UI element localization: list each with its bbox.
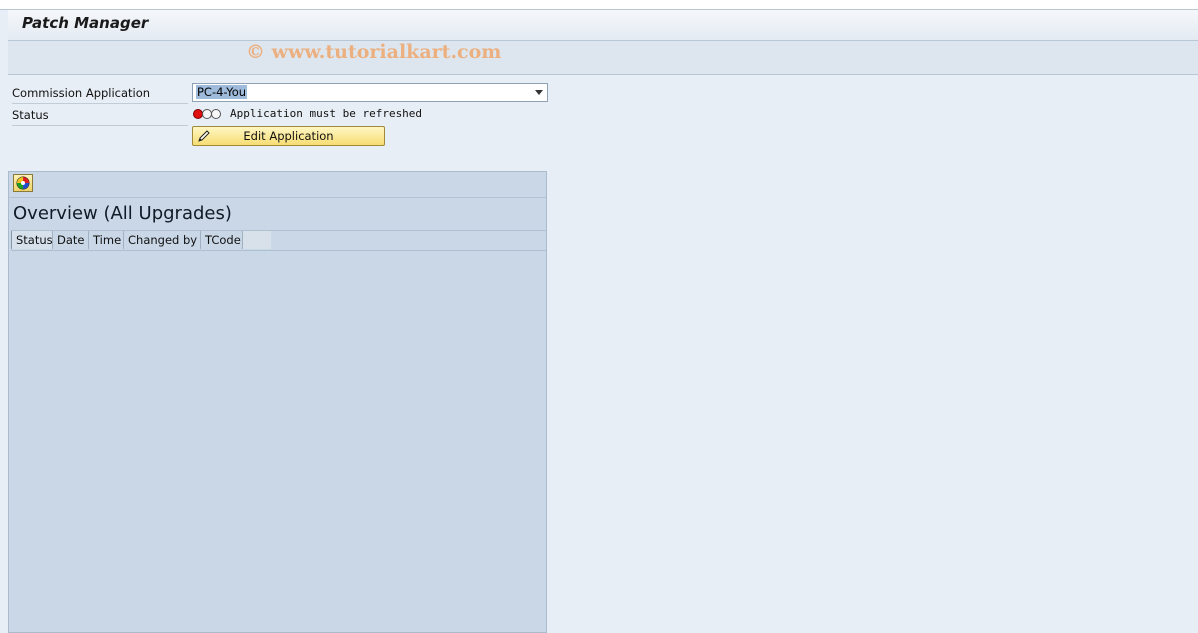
overview-title: Overview (All Upgrades) bbox=[13, 203, 232, 224]
column-time[interactable]: Time bbox=[89, 231, 124, 249]
green-light-icon bbox=[211, 109, 221, 119]
commission-application-value: PC-4-You bbox=[196, 85, 248, 99]
page-title: Patch Manager bbox=[22, 14, 149, 32]
column-status[interactable]: Status bbox=[11, 231, 53, 249]
overview-table-header: Status Date Time Changed by TCode bbox=[11, 230, 546, 251]
application-toolbar: © www.tutorialkart.com bbox=[8, 41, 1198, 75]
edit-application-button[interactable]: Edit Application bbox=[192, 126, 385, 146]
overview-panel: Overview (All Upgrades) Status Date Time… bbox=[8, 171, 547, 633]
commission-application-dropdown[interactable]: PC-4-You bbox=[192, 83, 548, 102]
edit-application-label: Edit Application bbox=[243, 129, 334, 143]
chevron-down-icon[interactable] bbox=[535, 90, 543, 95]
column-tcode[interactable]: TCode bbox=[201, 231, 243, 249]
traffic-light-icon bbox=[193, 109, 223, 120]
patch-manager-window: Patch Manager © www.tutorialkart.com Com… bbox=[0, 9, 1198, 633]
column-filler bbox=[243, 231, 271, 249]
refresh-icon bbox=[16, 176, 30, 190]
column-date[interactable]: Date bbox=[53, 231, 89, 249]
commission-application-label: Commission Application bbox=[12, 83, 188, 104]
watermark: © www.tutorialkart.com bbox=[246, 41, 502, 63]
title-bar: Patch Manager bbox=[8, 10, 1198, 41]
status-label: Status bbox=[12, 105, 188, 126]
refresh-button[interactable] bbox=[13, 174, 33, 192]
column-changed-by[interactable]: Changed by bbox=[124, 231, 201, 249]
status-message: Application must be refreshed bbox=[230, 107, 423, 120]
overview-toolbar bbox=[9, 172, 546, 198]
